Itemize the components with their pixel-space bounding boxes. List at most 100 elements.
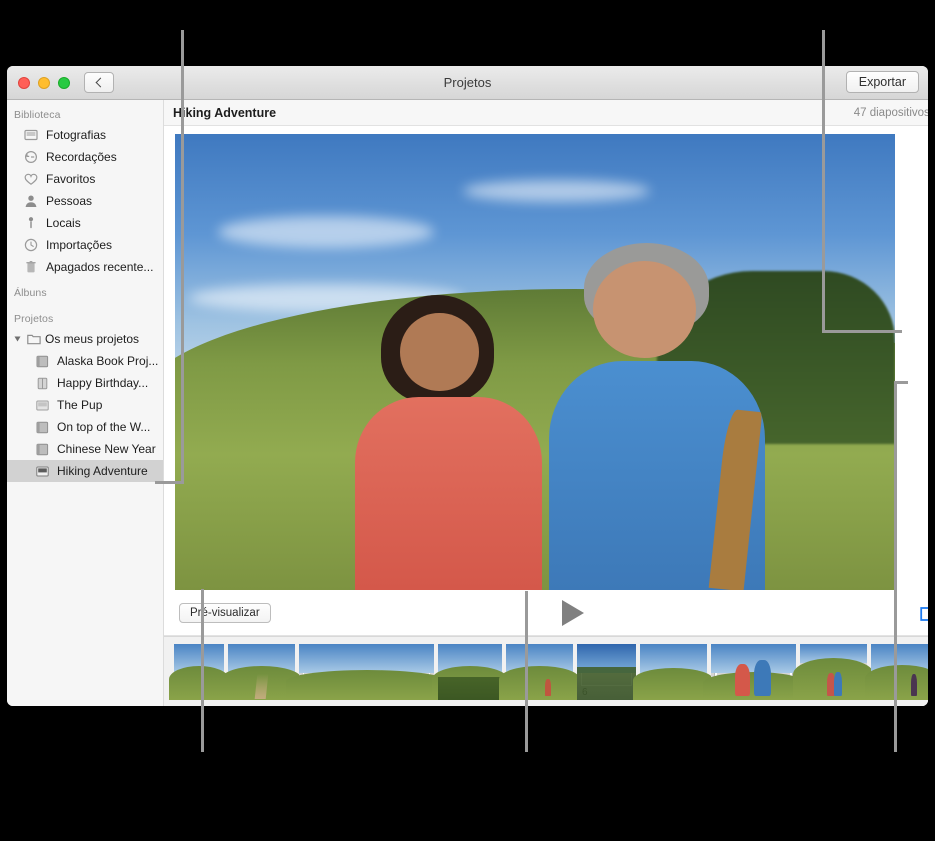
minimize-window-button[interactable] [38,76,50,89]
sidebar-item-apagados-recentemente[interactable]: Apagados recente... [7,256,163,278]
list-item[interactable]: 5 [499,643,580,700]
callout-line-preview-button [201,589,204,752]
callout-line-sidebar-vertical [181,30,184,483]
callout-line-themes-horizontal [822,330,902,333]
list-item[interactable]: 8 [702,643,805,700]
transport-bar: Pré-visualizar [164,590,928,636]
sidebar-item-on-top-of-the-world[interactable]: On top of the W... [7,416,163,438]
filmstrip-scroll[interactable]: 1 2 3 [164,637,928,706]
list-item[interactable]: 10 [864,643,928,700]
book-icon [35,442,50,457]
pin-icon [23,216,38,231]
book-icon [35,420,50,435]
sidebar-section-header-projetos: Projetos [14,313,54,325]
play-button[interactable] [561,599,584,626]
sidebar-item-label: Hiking Adventure [57,464,148,478]
sidebar-item-label: Chinese New Year [57,442,156,456]
photos-app-window: Projetos Exportar Biblioteca Fotografias [7,66,928,706]
list-item[interactable]: 9 [793,643,874,700]
sidebar-item-importacoes[interactable]: Importações [7,234,163,256]
thumbnail-image [633,643,714,700]
card-icon [35,376,50,391]
callout-line-music-vertical [894,383,897,752]
callout-line-sidebar-horizontal [155,481,184,484]
person-silhouette-man [549,243,766,590]
thumbnail-image [221,643,302,700]
sidebar-item-label: Fotografias [46,128,107,142]
person-silhouette-woman [355,289,543,590]
thumbnail-image [864,643,928,700]
window-titlebar: Projetos Exportar [7,66,928,100]
sidebar-section-header-biblioteca: Biblioteca [14,109,61,121]
sidebar-item-label: Locais [46,216,81,230]
sidebar-item-label: Os meus projetos [45,332,140,346]
content-header: Hiking Adventure 47 diapositivos · 3:49m [164,100,928,126]
sidebar-item-label: Favoritos [46,172,96,186]
list-item[interactable]: 1 [169,643,229,700]
folder-icon [26,332,41,347]
sidebar-item-label: Alaska Book Proj... [57,354,159,368]
sidebar-item-os-meus-projetos[interactable]: Os meus projetos [7,328,163,350]
screenshot-stage: Projetos Exportar Biblioteca Fotografias [0,0,935,841]
sidebar-item-favoritos[interactable]: Favoritos [7,168,163,190]
heart-icon [23,172,38,187]
list-item[interactable]: 7 [633,643,714,700]
thumbnail-image [431,643,509,700]
sidebar-item-fotografias[interactable]: Fotografias [7,124,163,146]
callout-line-themes-vertical [822,30,825,332]
sidebar-item-recordacoes[interactable]: Recordações [7,146,163,168]
thumbnail-image [169,643,229,700]
page-title: Hiking Adventure [173,105,277,120]
sidebar-item-label: Apagados recente... [46,260,154,274]
thumbnail-image [577,643,636,700]
book-icon [35,354,50,369]
chevron-left-icon [95,77,106,88]
export-button[interactable]: Exportar [845,71,919,93]
callout-line-play-button [525,591,528,752]
sidebar-item-pessoas[interactable]: Pessoas [7,190,163,212]
list-item[interactable]: 4 [431,643,509,700]
back-button[interactable] [84,72,114,93]
face-shape [399,313,479,392]
sidebar-item-the-pup[interactable]: The Pup [7,394,163,416]
sidebar-item-chinese-new-year[interactable]: Chinese New Year [7,438,163,460]
photos-icon [23,128,38,143]
callout-line-music-horizontal [894,381,908,384]
sidebar-item-label: Importações [46,238,113,252]
slideshow-icon [35,464,50,479]
sidebar: Biblioteca Fotografias Recordações Favor… [7,100,164,706]
slide-preview-image[interactable] [175,134,895,590]
filmstrip[interactable]: 1 2 3 [164,636,928,706]
sidebar-item-hiking-adventure[interactable]: Hiking Adventure [7,460,163,482]
list-item[interactable]: 3 [285,643,448,700]
project-metadata: 47 diapositivos · 3:49m [853,106,928,119]
zoom-window-button[interactable] [58,76,70,89]
disclosure-triangle-icon[interactable] [14,336,21,342]
window-body: Biblioteca Fotografias Recordações Favor… [7,100,928,706]
play-fullscreen-icon[interactable] [920,604,928,622]
sidebar-item-alaska-book-project[interactable]: Alaska Book Proj... [7,350,163,372]
sidebar-item-locais[interactable]: Locais [7,212,163,234]
clock-icon [23,238,38,253]
preview-button[interactable]: Pré-visualizar [179,602,271,623]
traffic-lights [18,76,70,89]
sidebar-item-label: On top of the W... [57,420,151,434]
window-title: Projetos [443,75,492,90]
list-item[interactable]: 2 [221,643,302,700]
sidebar-item-happy-birthday[interactable]: Happy Birthday... [7,372,163,394]
close-window-button[interactable] [18,76,30,89]
preview-area [164,126,928,590]
content-pane: Hiking Adventure 47 diapositivos · 3:49m [164,100,928,706]
sidebar-item-label: Happy Birthday... [57,376,149,390]
face-shape [592,260,697,358]
sidebar-item-label: Recordações [46,150,117,164]
list-item[interactable]: 6 [577,643,636,700]
slideshow-icon [35,398,50,413]
thumbnail-image [499,643,580,700]
torso-shape [355,397,543,590]
trash-icon [23,260,38,275]
preview-canvas [164,126,928,590]
sidebar-item-label: Pessoas [46,194,93,208]
scene-graphic [175,134,895,590]
cloud-shape [218,216,435,248]
